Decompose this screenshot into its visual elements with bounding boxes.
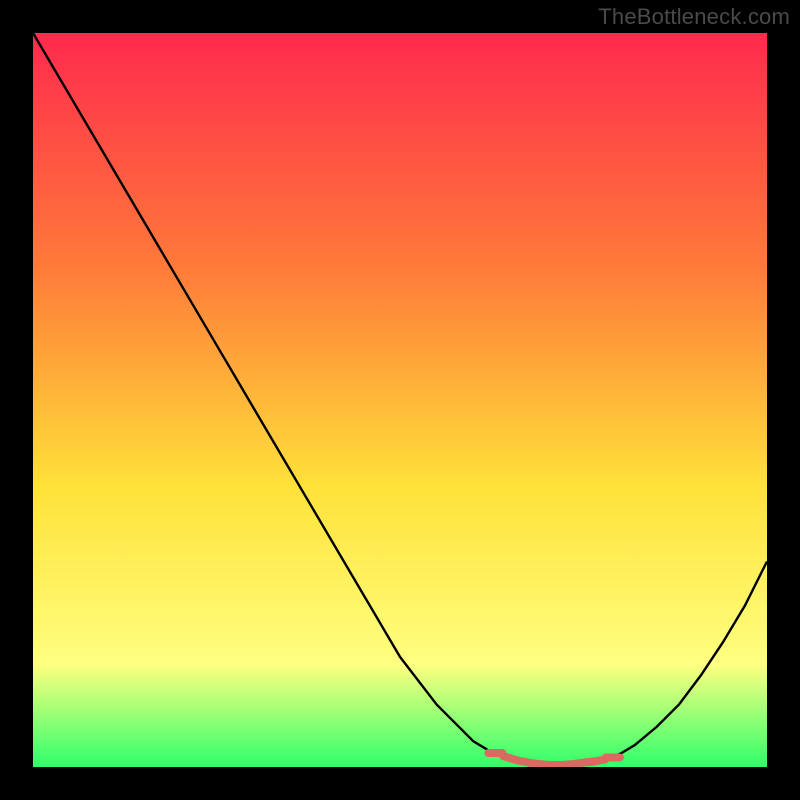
- attribution-text: TheBottleneck.com: [598, 4, 790, 30]
- chart-plot-area: [33, 33, 767, 767]
- chart-frame: TheBottleneck.com: [0, 0, 800, 800]
- chart-svg: [33, 33, 767, 767]
